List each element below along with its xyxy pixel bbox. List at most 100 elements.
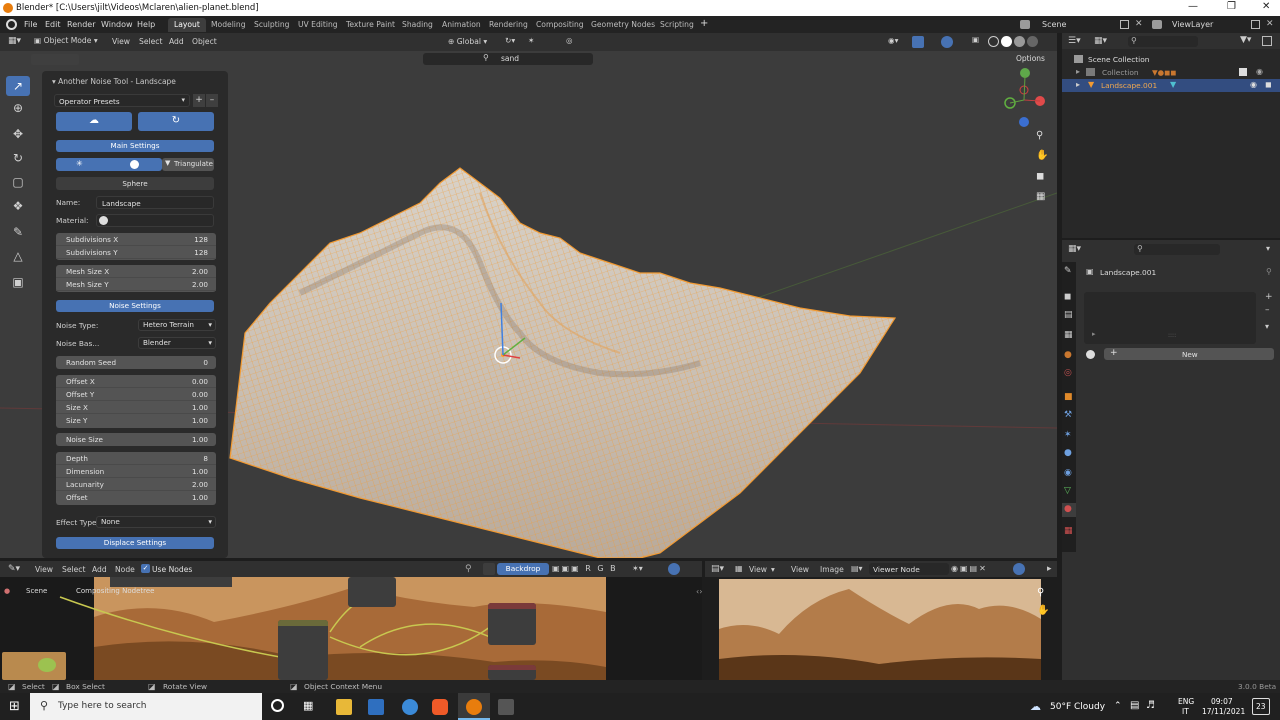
mesh-size-y-field[interactable]: Mesh Size Y 2.00 <box>56 278 216 291</box>
size-x-field[interactable]: Size X 1.00 <box>56 401 216 414</box>
outliner-search-input[interactable]: ⚲ <box>1128 36 1198 47</box>
zoom-icon[interactable]: ⚲ <box>1036 130 1043 141</box>
pin-icon[interactable]: ⚲ <box>1266 267 1272 276</box>
menu-node[interactable]: Node <box>115 565 135 574</box>
pin-icon[interactable]: ⚲ <box>465 564 472 574</box>
new-scene-icon[interactable] <box>1120 20 1129 29</box>
maximize-button[interactable]: ❐ <box>1227 1 1236 12</box>
outliner-editor-icon[interactable]: ☰▾ <box>1068 36 1081 46</box>
smooth-toggle[interactable]: ✳ <box>56 158 162 171</box>
add-cube-tool-icon[interactable]: ▣ <box>6 272 30 292</box>
breadcrumb-nodetree[interactable]: Compositing Nodetree <box>76 587 154 595</box>
panel-title[interactable]: ▾ Another Noise Tool - Landscape <box>52 77 176 86</box>
delete-view-layer-icon[interactable]: ✕ <box>1266 19 1274 29</box>
select-mode-icons[interactable] <box>31 54 79 65</box>
expand-arrow-icon[interactable]: ▸ <box>1076 80 1080 89</box>
shading-search-bar[interactable]: ⚲ sand <box>423 53 593 65</box>
scene-name[interactable]: Scene <box>1042 20 1066 29</box>
language-region[interactable]: IT <box>1182 707 1189 716</box>
tray-expand-icon[interactable]: ⌃ <box>1114 701 1122 711</box>
shading-wireframe-icon[interactable] <box>988 36 999 47</box>
landscape-add-button[interactable]: ☁ <box>56 112 132 131</box>
menu-help[interactable]: Help <box>137 20 155 29</box>
filter-icon[interactable]: ▼▾ <box>1240 35 1251 45</box>
scale-tool-icon[interactable]: ▢ <box>6 172 30 192</box>
notification-center-icon[interactable]: 23 <box>1252 698 1270 715</box>
remove-slot-button[interactable]: – <box>1265 305 1270 315</box>
node-multiply[interactable] <box>278 620 328 680</box>
name-input[interactable]: Landscape <box>96 196 214 209</box>
shading-solid-icon[interactable] <box>1001 36 1012 47</box>
cortana-icon[interactable] <box>271 699 284 712</box>
noise-settings-header[interactable]: Noise Settings <box>56 300 214 312</box>
menu-window[interactable]: Window <box>101 20 133 29</box>
effect-type-select[interactable]: None ▾ <box>96 516 216 528</box>
weather-cloud-icon[interactable]: ☁ <box>1030 700 1041 713</box>
parent-tree-icon[interactable] <box>483 563 495 575</box>
tab-layout[interactable]: Layout <box>168 18 206 32</box>
menu-render[interactable]: Render <box>67 20 95 29</box>
menu-edit[interactable]: Edit <box>45 20 61 29</box>
collapse-arrows-icon[interactable]: ‹› <box>696 587 702 596</box>
menu-select[interactable]: Select <box>62 565 85 574</box>
material-tab[interactable]: ● <box>1062 503 1076 517</box>
backdrop-toggle[interactable]: Backdrop <box>497 563 549 575</box>
random-seed-field[interactable]: Random Seed 0 <box>56 356 216 369</box>
minimize-button[interactable]: — <box>1188 1 1198 12</box>
gizmo-toggle-icon[interactable] <box>1013 563 1025 575</box>
mesh-size-x-field[interactable]: Mesh Size X 2.00 <box>56 265 216 278</box>
image-editor-type-icon[interactable]: ▤▾ <box>711 564 724 574</box>
menu-add[interactable]: Add <box>169 37 184 46</box>
resize-handle-icon[interactable]: :::: <box>1168 332 1176 339</box>
view-layer-icon[interactable] <box>1152 20 1162 29</box>
view-layer-tab-icon[interactable]: ▦ <box>1064 330 1073 340</box>
remove-preset-button[interactable]: – <box>206 94 218 107</box>
proportional-edit-icon[interactable]: ◎ <box>566 36 573 45</box>
outliner-row-scene-collection[interactable]: Scene Collection <box>1062 53 1280 66</box>
modifier-tab-icon[interactable]: ⚒ <box>1064 410 1072 420</box>
material-selector[interactable] <box>96 214 214 227</box>
tab-sculpting[interactable]: Sculpting <box>248 18 295 32</box>
add-slot-button[interactable]: + <box>1265 292 1273 302</box>
tab-rendering[interactable]: Rendering <box>483 18 534 32</box>
lacunarity-field[interactable]: Lacunarity 2.00 <box>56 478 216 491</box>
compositor-node-editor[interactable]: ✎▾ View Select Add Node ✓ Use Nodes ⚲ Ba… <box>0 561 702 680</box>
windows-start-icon[interactable]: ⊞ <box>9 699 20 714</box>
transform-tool-icon[interactable]: ❖ <box>6 196 30 216</box>
main-settings-header[interactable]: Main Settings <box>56 140 214 152</box>
brave-icon[interactable] <box>432 699 448 715</box>
offset-x-field[interactable]: Offset X 0.00 <box>56 375 216 388</box>
node-composite[interactable] <box>488 603 536 645</box>
blender-taskbar-item[interactable] <box>458 693 490 720</box>
menu-file[interactable]: File <box>24 20 37 29</box>
clock-time[interactable]: 09:07 <box>1211 697 1233 706</box>
dimension-field[interactable]: Dimension 1.00 <box>56 465 216 478</box>
snap-icon[interactable]: ✶ <box>528 36 534 45</box>
clock-date[interactable]: 17/11/2021 <box>1202 707 1245 716</box>
annotate-tool-icon[interactable]: ✎ <box>6 222 30 242</box>
overlay-toggle-icon[interactable] <box>668 563 680 575</box>
delete-scene-icon[interactable]: ✕ <box>1135 19 1143 29</box>
store-icon[interactable] <box>368 699 384 715</box>
triangulate-toggle[interactable]: ▼ Triangulate <box>162 158 214 171</box>
image-editor[interactable]: ▤▾ ▦ View ▾ View Image ▤▾ Viewer Node ◉▣… <box>705 561 1057 680</box>
app-icon[interactable] <box>498 699 514 715</box>
file-explorer-icon[interactable] <box>336 699 352 715</box>
use-nodes-checkbox[interactable]: ✓ <box>141 564 150 573</box>
node-clamp[interactable] <box>348 577 396 607</box>
image-actions-icons[interactable]: ◉▣▤✕ <box>951 564 988 573</box>
node-canvas[interactable]: ● Scene Compositing Nodetree ‹› <box>0 577 702 680</box>
scene-selector-icon[interactable] <box>1020 20 1030 29</box>
hide-icon[interactable]: ◉ <box>1256 67 1263 76</box>
display-mode-icon[interactable]: ▦▾ <box>1094 36 1107 46</box>
tab-shading[interactable]: Shading <box>396 18 439 32</box>
zoom-icon[interactable]: ⚲ <box>1037 587 1044 598</box>
displace-settings-header[interactable]: Displace Settings <box>56 537 214 549</box>
expand-arrow-icon[interactable]: ▸ <box>1076 67 1080 76</box>
properties-editor-icon[interactable]: ▦▾ <box>1068 244 1081 254</box>
measure-tool-icon[interactable]: △ <box>6 246 30 266</box>
texture-tab-icon[interactable]: ▦ <box>1064 526 1073 536</box>
visibility-eye-icon[interactable]: ◉ <box>1250 80 1257 89</box>
taskbar-search[interactable]: ⚲ Type here to search <box>30 693 262 720</box>
volume-icon[interactable]: ♬ <box>1146 700 1155 711</box>
